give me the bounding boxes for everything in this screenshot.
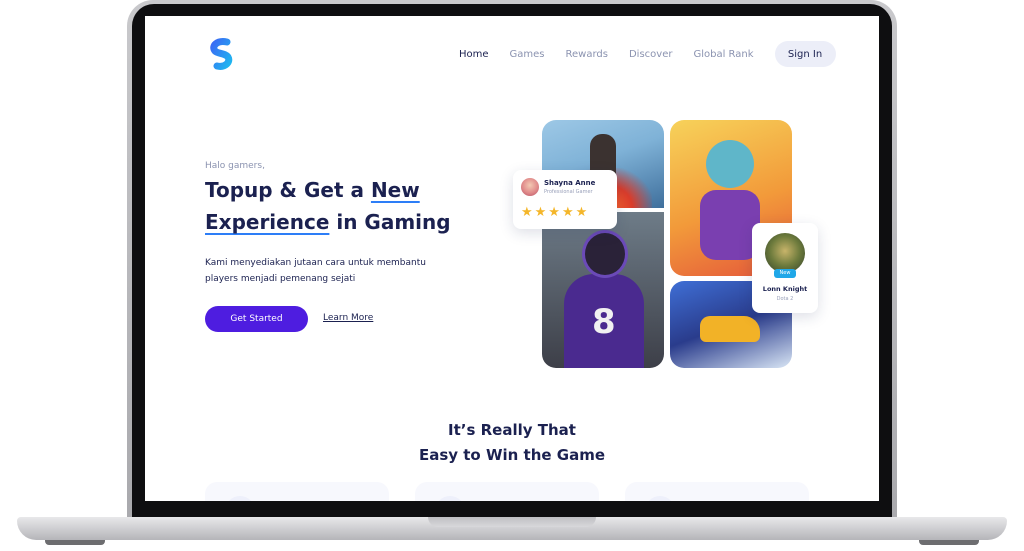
gamer-profile-card[interactable]: Shayna Anne Professional Gamer ★★★★★ [513, 170, 617, 229]
player-avatar [765, 233, 805, 273]
section-title-line1: It’s Really That [448, 421, 576, 439]
laptop-foot-left [45, 540, 105, 545]
section-title: It’s Really That Easy to Win the Game [145, 418, 879, 468]
nav-global-rank[interactable]: Global Rank [693, 49, 753, 60]
avatar [521, 178, 539, 196]
learn-more-link[interactable]: Learn More [323, 313, 373, 323]
logo-icon[interactable] [205, 38, 237, 70]
car-graphic [700, 316, 760, 342]
feature-icon [225, 496, 255, 501]
top-nav: Home Games Rewards Discover Global Rank … [459, 41, 836, 67]
feature-icon [435, 496, 465, 501]
hero-title: Topup & Get a New Experience in Gaming [205, 174, 485, 238]
hero-greeting: Halo gamers, [205, 161, 265, 171]
get-started-button[interactable]: Get Started [205, 306, 308, 332]
nav-discover[interactable]: Discover [629, 49, 673, 60]
gamer-role: Professional Gamer [544, 189, 593, 195]
website-screen: Home Games Rewards Discover Global Rank … [145, 16, 879, 501]
hero-description: Kami menyediakan jutaan cara untuk memba… [205, 258, 426, 284]
feature-card-2 [415, 482, 599, 501]
character-head-graphic [706, 140, 754, 188]
feature-icon [645, 496, 675, 501]
feature-card-3 [625, 482, 809, 501]
hero-title-highlight-new: New [370, 178, 420, 202]
feature-card-1 [205, 482, 389, 501]
nav-home[interactable]: Home [459, 49, 489, 60]
new-badge: New [774, 269, 796, 278]
sign-in-button[interactable]: Sign In [774, 41, 836, 67]
nav-rewards[interactable]: Rewards [566, 49, 608, 60]
player-profile-card[interactable]: New Lonn Knight Dota 2 [752, 223, 818, 313]
laptop-foot-right [919, 540, 979, 545]
star-rating-icon: ★★★★★ [521, 205, 590, 220]
nav-games[interactable]: Games [510, 49, 545, 60]
game-image-football: 8 [542, 212, 664, 368]
hero-title-part2: in Gaming [329, 210, 451, 234]
player-name: Lonn Knight [762, 285, 808, 293]
gamer-name: Shayna Anne [544, 179, 596, 187]
player-game: Dota 2 [776, 296, 794, 302]
jersey-number: 8 [592, 302, 616, 342]
hero-title-part1: Topup & Get a [205, 178, 371, 202]
hero-title-highlight-experience: Experience [205, 210, 330, 234]
helmet-graphic [582, 230, 628, 278]
section-title-line2: Easy to Win the Game [418, 446, 606, 464]
character-body-graphic [700, 190, 760, 260]
laptop-notch [428, 517, 596, 527]
